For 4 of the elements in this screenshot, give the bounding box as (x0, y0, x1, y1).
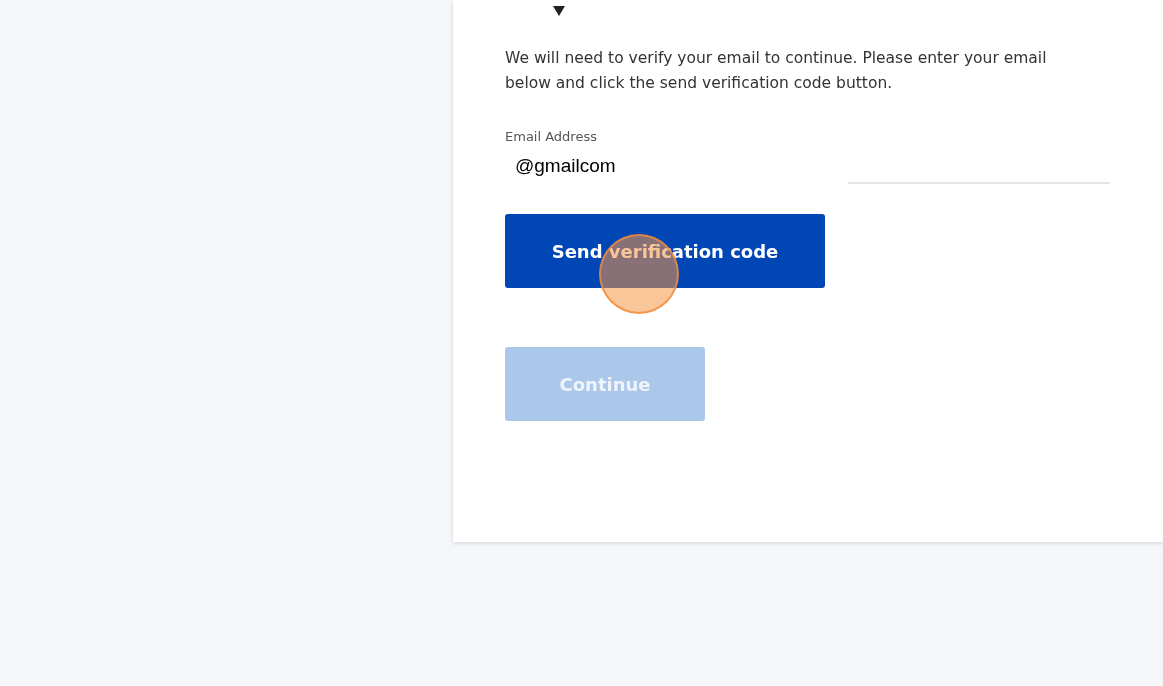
instructions-text: We will need to verify your email to continue. Please enter your email below and click the send verification code button. (505, 48, 1048, 94)
triangle-icon (553, 6, 565, 18)
email-label: Email Address (505, 127, 597, 146)
email-field[interactable]: @gmailcom (505, 147, 805, 185)
